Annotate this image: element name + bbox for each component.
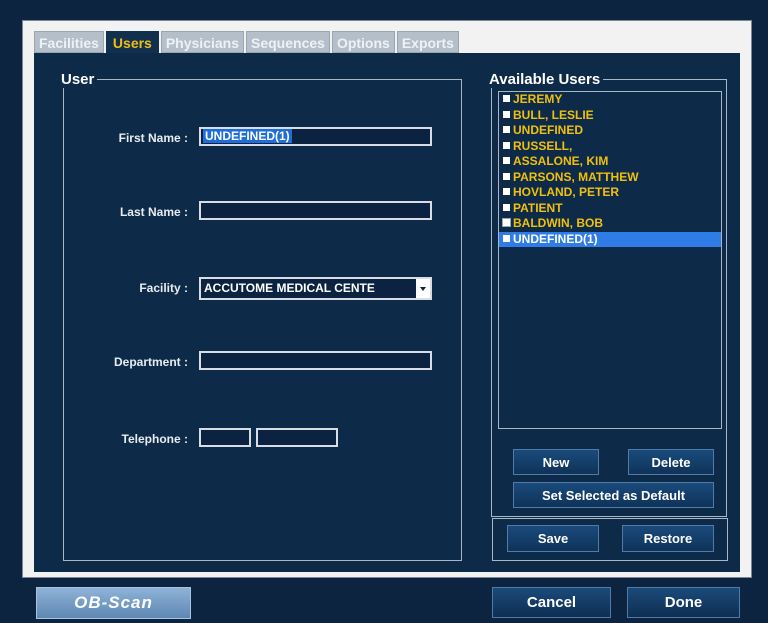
user-list-item-label: ASSALONE, KIM	[513, 154, 609, 168]
tab-options[interactable]: Options	[331, 31, 395, 53]
bullet-icon	[503, 172, 510, 180]
user-list-item[interactable]: UNDEFINED(1)	[499, 231, 721, 247]
department-label: Department :	[113, 355, 188, 369]
chevron-down-icon[interactable]	[416, 279, 430, 298]
user-list-item[interactable]: PATIENT	[499, 201, 721, 217]
last-name-field[interactable]	[199, 201, 432, 220]
done-button[interactable]: Done	[627, 587, 740, 618]
set-default-button[interactable]: Set Selected as Default	[513, 482, 714, 508]
user-list-item-label: PARSONS, MATTHEW	[513, 169, 639, 184]
department-field[interactable]	[199, 351, 432, 370]
tab-physicians[interactable]: Physicians	[160, 31, 244, 53]
new-user-button[interactable]: New	[513, 449, 599, 475]
first-name-label: First Name :	[118, 131, 188, 145]
tab-facilities[interactable]: Facilities	[34, 31, 104, 53]
user-list-item-label: BALDWIN, BOB	[513, 216, 603, 230]
user-list-item[interactable]: UNDEFINED	[499, 123, 721, 139]
user-list-item[interactable]: ASSALONE, KIM	[499, 154, 721, 170]
user-list-item-label: BULL, LESLIE	[513, 107, 594, 122]
restore-button[interactable]: Restore	[622, 525, 714, 552]
tab-exports[interactable]: Exports	[396, 31, 459, 53]
user-list-item[interactable]: HOVLAND, PETER	[499, 185, 721, 201]
user-list-item-label: UNDEFINED(1)	[513, 231, 598, 246]
user-list-item-label: UNDEFINED	[513, 123, 584, 137]
tab-sequences[interactable]: Sequences	[246, 31, 330, 53]
user-list-item-label: RUSSELL,	[513, 138, 573, 153]
bullet-icon	[503, 110, 510, 118]
delete-user-button[interactable]: Delete	[628, 449, 714, 475]
user-list-item-label: HOVLAND, PETER	[513, 185, 620, 199]
telephone-number-field[interactable]	[256, 428, 338, 447]
user-group-title: User	[61, 71, 95, 88]
user-list-item-label: JEREMY	[513, 92, 563, 106]
user-list-item[interactable]: BULL, LESLIE	[499, 108, 721, 124]
facility-value: ACCUTOME MEDICAL CENTE	[204, 281, 375, 295]
bullet-icon	[503, 126, 510, 134]
user-list-item-label: PATIENT	[513, 200, 563, 215]
tab-users[interactable]: Users	[105, 31, 159, 53]
bullet-icon	[503, 157, 510, 165]
available-users-title: Available Users	[489, 71, 601, 88]
telephone-label: Telephone :	[121, 432, 188, 446]
save-button[interactable]: Save	[507, 525, 599, 552]
bullet-icon	[503, 203, 510, 211]
bullet-icon	[503, 188, 510, 196]
bullet-icon	[503, 234, 510, 242]
user-list-item[interactable]: JEREMY	[499, 92, 721, 108]
tab-bar: Facilities Users Physicians Sequences Op…	[34, 31, 459, 53]
user-list-item[interactable]: PARSONS, MATTHEW	[499, 170, 721, 186]
users-list[interactable]: JEREMY BULL, LESLIE UNDEFINED RUSSELL, ASSAL…	[498, 91, 722, 429]
user-list-item[interactable]: BALDWIN, BOB	[499, 216, 721, 232]
telephone-area-field[interactable]	[199, 428, 251, 447]
ob-scan-logo: OB-Scan	[36, 587, 191, 619]
facility-label: Facility :	[139, 281, 188, 295]
first-name-value: UNDEFINED(1)	[203, 129, 292, 143]
last-name-label: Last Name :	[119, 205, 188, 219]
first-name-field[interactable]: UNDEFINED(1)	[199, 127, 432, 146]
default-marker-icon	[502, 218, 511, 228]
user-list-item[interactable]: RUSSELL,	[499, 139, 721, 155]
bullet-icon	[503, 141, 510, 149]
bullet-icon	[503, 95, 510, 103]
facility-dropdown[interactable]: ACCUTOME MEDICAL CENTE	[199, 277, 432, 300]
users-list-items: JEREMY BULL, LESLIE UNDEFINED RUSSELL, ASSAL…	[499, 92, 721, 247]
cancel-button[interactable]: Cancel	[492, 587, 611, 618]
